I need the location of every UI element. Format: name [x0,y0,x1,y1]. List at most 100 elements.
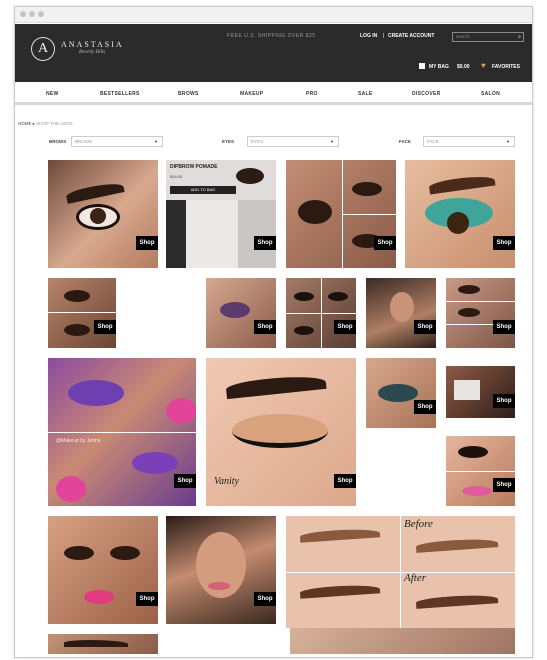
eyeshadow-shape [132,452,178,474]
look-tile[interactable]: @Makeup by Jenna Shop [48,358,196,506]
eyeshadow-shape [68,380,124,406]
look-tile[interactable]: Shop [48,516,158,624]
nav-item-new[interactable]: NEW [46,91,59,97]
collage-divider [286,572,515,573]
window-chrome [15,7,532,23]
artist-signature: Vanity [214,476,239,487]
eye-shape [294,292,314,301]
eyes-select[interactable]: EYES ▼ [247,136,339,147]
look-tile[interactable]: Shop [446,278,515,348]
face-shape [390,292,414,322]
brows-select-value: BROWS [75,139,93,144]
lips-shape [208,582,230,590]
collage-divider [446,471,515,472]
iris-shape [447,212,469,234]
eye-shape [294,326,314,335]
look-tile[interactable]: Shop [166,516,276,624]
window-close-dot[interactable] [20,11,26,17]
eyeshadow-shape [220,302,250,318]
shop-button[interactable]: Shop [414,400,436,414]
look-tile[interactable]: Shop [286,160,396,268]
shop-button[interactable]: Shop [374,236,396,250]
nav-item-makeup[interactable]: MAKEUP [240,91,263,97]
eyeshadow-shape [232,414,328,448]
look-tile[interactable]: Shop [366,358,436,428]
shop-button[interactable]: Shop [334,320,356,334]
face-select[interactable]: FACE ▼ [423,136,515,147]
breadcrumb-home[interactable]: HOME [18,121,32,126]
logo-monogram[interactable]: A [31,37,55,61]
collage-divider [321,278,322,348]
collage-divider [446,301,515,302]
product-title[interactable]: DIPBROW POMADE [170,164,218,170]
site-header: A ANASTASIA Beverly Hills FREE U.S. SHIP… [15,24,532,82]
shop-button[interactable]: Shop [493,320,515,334]
after-label: After [404,572,426,584]
collage-divider [48,312,116,313]
look-tile[interactable]: Shop [48,278,116,348]
brows-filter-label: BROWS [49,139,67,144]
nav-item-discover[interactable]: DISCOVER [412,91,441,97]
search-icon[interactable]: ⌕ [518,33,521,41]
brow-shape [225,372,327,400]
bag-icon[interactable] [419,63,425,69]
window-maximize-dot[interactable] [38,11,44,17]
before-label: Before [404,518,433,530]
nav-item-brows[interactable]: BROWS [178,91,199,97]
nav-item-salon[interactable]: SALON [481,91,500,97]
heart-icon[interactable]: ♥ [481,61,486,70]
shop-button[interactable]: Shop [414,320,436,334]
look-tile[interactable]: Shop [366,278,436,348]
bag-total: $0.00 [457,64,470,70]
shop-button[interactable]: Shop [94,320,116,334]
brow-shape [65,180,125,204]
logo-wordmark[interactable]: ANASTASIA [61,40,124,49]
face-select-value: FACE [427,139,439,144]
look-tile[interactable]: Shop [446,366,515,418]
collage-divider [48,432,196,433]
eye-shape [352,182,382,196]
look-tile[interactable]: Shop [446,436,515,506]
nav-item-pro[interactable]: PRO [306,91,318,97]
shop-button[interactable]: Shop [136,592,158,606]
shop-button[interactable]: Shop [493,478,515,492]
shop-button[interactable]: Shop [493,236,515,250]
logo-tagline: Beverly Hills [79,50,106,55]
look-tile[interactable]: Vanity Shop [206,358,356,506]
nav-item-sale[interactable]: SALE [358,91,373,97]
brow-shape [64,640,128,647]
look-tile[interactable]: Shop [206,278,276,348]
product-tile[interactable]: DIPBROW POMADE $18.00 ADD TO BAG Shop [166,160,276,268]
brows-select[interactable]: BROWS ▼ [71,136,163,147]
shop-button[interactable]: Shop [136,236,158,250]
eye-shape [110,546,140,560]
brush-image [166,200,186,268]
look-tile[interactable] [48,634,158,654]
create-account-link[interactable]: CREATE ACCOUNT [388,33,434,39]
shop-button[interactable]: Shop [493,394,515,408]
brow-shape [299,527,381,543]
shop-button[interactable]: Shop [254,320,276,334]
eye-shape [328,292,348,301]
look-tile[interactable] [290,628,515,654]
shop-button[interactable]: Shop [254,592,276,606]
look-tile[interactable]: Shop [48,160,158,268]
nav-item-bestsellers[interactable]: BESTSELLERS [100,91,140,97]
brow-tutorial-tile[interactable]: Before After [286,516,515,628]
favorites-link[interactable]: FAVORITES [492,64,520,70]
photo-watermark: @Makeup by Jenna [56,438,101,444]
add-to-bag-button[interactable]: ADD TO BAG [170,186,236,194]
search-input[interactable]: search ⌕ [452,32,524,42]
my-bag-link[interactable]: MY BAG [429,64,449,70]
search-placeholder: search [456,34,470,39]
shop-button[interactable]: Shop [254,236,276,250]
breadcrumb: HOME ▸ SHOP THE LOOK [18,121,73,127]
shop-button[interactable]: Shop [174,474,196,488]
salon-chair-shape [454,380,480,400]
shop-button[interactable]: Shop [334,474,356,488]
look-tile[interactable]: Shop [286,278,356,348]
look-tile[interactable]: Shop [405,160,515,268]
window-minimize-dot[interactable] [29,11,35,17]
login-link[interactable]: LOG IN [360,33,377,39]
eye-shape [64,324,90,336]
